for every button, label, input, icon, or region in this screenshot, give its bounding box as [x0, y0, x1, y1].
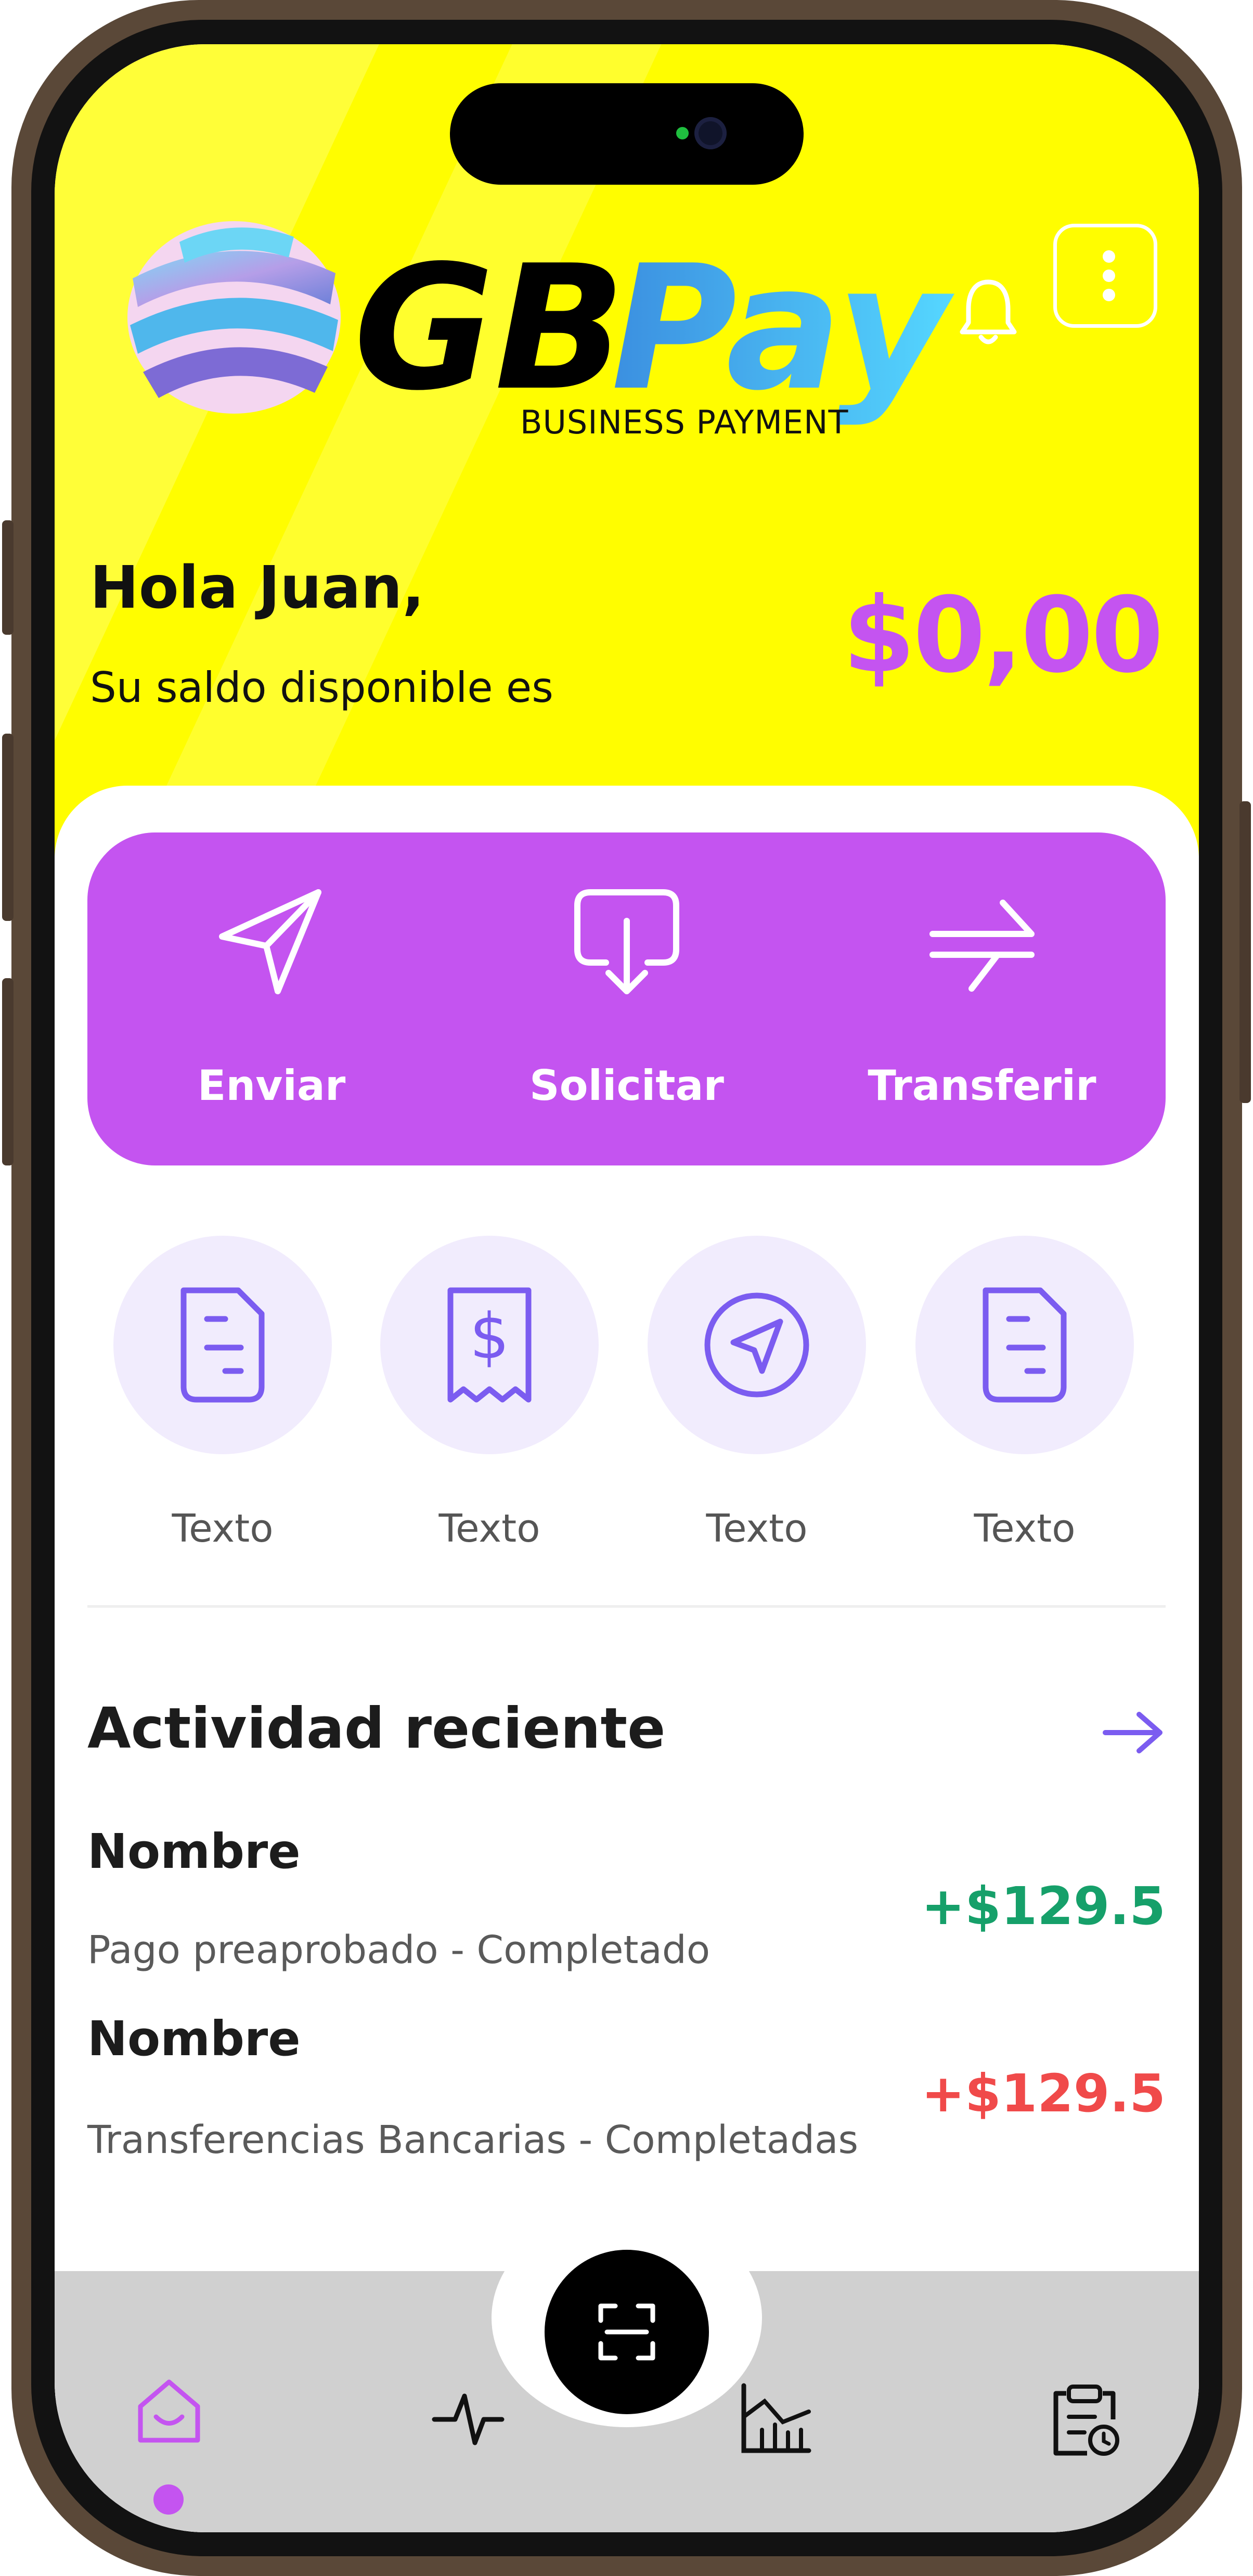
kebab-dot — [1103, 270, 1115, 282]
activity-icon — [432, 2393, 505, 2445]
power-button — [1239, 801, 1251, 1103]
more-options-button[interactable] — [1053, 224, 1157, 328]
notification-bell-icon[interactable] — [957, 276, 1019, 349]
transaction-description: Pago preaprobado - Completado — [87, 1928, 711, 1972]
quick-action-circle — [915, 1236, 1134, 1454]
quick-action-label: Texto — [172, 1506, 274, 1551]
balance-label: Su saldo disponible es — [90, 663, 553, 712]
quick-action-circle — [113, 1236, 332, 1454]
send-label: Enviar — [197, 1061, 346, 1110]
transfer-icon — [929, 900, 1035, 992]
clipboard-icon — [1053, 2385, 1119, 2456]
header-area: GB Pay BUSINESS PAYMENT Hola Juan, Su sa… — [55, 44, 1199, 856]
transfer-label: Transferir — [868, 1061, 1096, 1110]
kebab-dot — [1103, 289, 1115, 301]
greeting: Hola Juan, — [90, 554, 424, 622]
request-label: Solicitar — [529, 1061, 724, 1110]
divider — [87, 1605, 1166, 1608]
quick-action-circle: $ — [380, 1236, 599, 1454]
svg-text:GB: GB — [354, 228, 625, 428]
recent-activity-title: Actividad reciente — [87, 1696, 666, 1761]
quick-action-label: Texto — [438, 1506, 540, 1551]
indicator-dot — [676, 127, 689, 139]
volume-up-button — [2, 734, 14, 921]
balance-amount: $0,00 — [843, 575, 1164, 696]
active-indicator — [153, 2484, 184, 2515]
document-icon — [180, 1287, 265, 1403]
mute-switch — [2, 520, 14, 635]
kebab-dot — [1103, 250, 1115, 263]
quick-action-circle — [648, 1236, 866, 1454]
send-icon — [219, 889, 321, 994]
scan-button[interactable] — [537, 2242, 716, 2421]
nav-activity[interactable] — [429, 2380, 507, 2458]
arrow-right-icon[interactable] — [1100, 1709, 1168, 1756]
send-button[interactable]: Enviar — [115, 832, 428, 1165]
scan-icon — [598, 2303, 655, 2361]
transaction-amount: +$129.5 — [921, 1876, 1166, 1937]
front-camera — [694, 117, 727, 149]
request-button[interactable]: Solicitar — [471, 832, 783, 1165]
transaction-name: Nombre — [87, 1824, 301, 1879]
document-icon — [983, 1287, 1067, 1403]
svg-text:$: $ — [470, 1301, 509, 1373]
request-icon — [574, 889, 679, 994]
transaction-description: Transferencias Bancarias - Completadas — [87, 2118, 859, 2162]
nav-home[interactable] — [130, 2373, 208, 2451]
quick-action-3[interactable]: Texto — [648, 1236, 866, 1590]
volume-down-button — [2, 978, 14, 1165]
quick-action-label: Texto — [706, 1506, 808, 1551]
nav-history[interactable] — [1045, 2380, 1123, 2458]
transaction-name: Nombre — [87, 2011, 301, 2067]
actions-card: Enviar Solicitar Transferir — [87, 832, 1166, 1165]
logo-subtitle: BUSINESS PAYMENT — [520, 403, 849, 441]
transfer-button[interactable]: Transferir — [826, 832, 1138, 1165]
dynamic-island — [450, 83, 804, 185]
receipt-icon: $ — [447, 1287, 532, 1403]
transaction-amount: +$129.5 — [921, 2063, 1166, 2124]
quick-action-2[interactable]: $ Texto — [380, 1236, 599, 1590]
app-screen: GB Pay BUSINESS PAYMENT Hola Juan, Su sa… — [55, 44, 1199, 2532]
nav-stats[interactable] — [736, 2380, 814, 2458]
quick-action-label: Texto — [974, 1506, 1076, 1551]
navigate-icon — [704, 1292, 809, 1398]
quick-action-1[interactable]: Texto — [113, 1236, 332, 1590]
quick-action-4[interactable]: Texto — [915, 1236, 1134, 1590]
svg-text:Pay: Pay — [611, 228, 954, 428]
home-icon — [138, 2379, 200, 2443]
chart-icon — [741, 2383, 811, 2453]
